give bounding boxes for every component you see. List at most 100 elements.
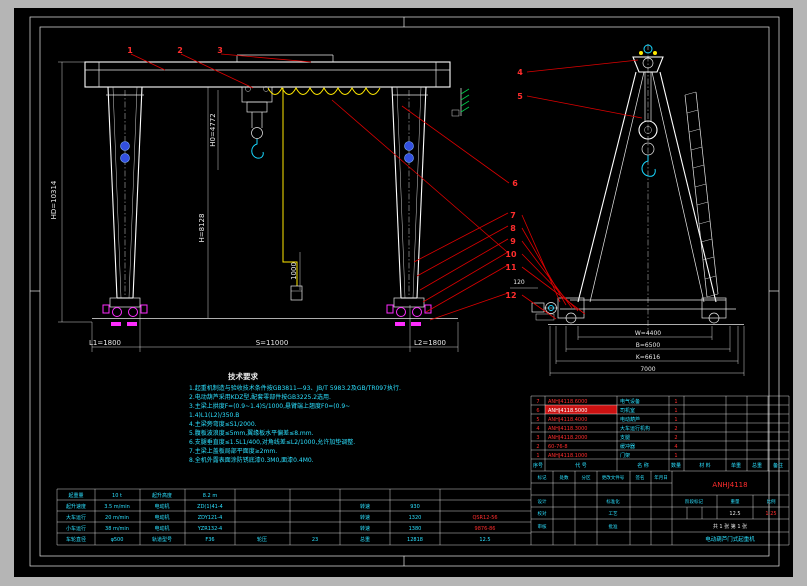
balloon-12: 12	[505, 291, 516, 300]
balloon-8: 8	[510, 224, 516, 233]
dim-overall: 7000	[640, 366, 655, 373]
notes-title: 技术要求	[228, 371, 258, 381]
bom-name: 大车运行机构	[620, 425, 650, 432]
spec-standard-code: 9876-86	[475, 526, 496, 532]
leg-joint-lower	[121, 154, 130, 163]
dim-offset: 120	[513, 279, 525, 286]
spec-cell: φ500	[111, 537, 124, 543]
rev-label: 分区	[582, 474, 591, 481]
bom-code: ANHJ4118.1000	[548, 453, 587, 459]
bom-qty: 2	[674, 435, 677, 441]
spec-cell: ZDY121-4	[198, 515, 223, 521]
spec-standard-code: QSR12-56	[472, 515, 497, 521]
scale-label: 比例	[767, 498, 776, 505]
leg-joint-upper	[121, 142, 130, 151]
spec-cell: 大车运行	[66, 514, 86, 521]
bom-qty: 4	[674, 444, 677, 450]
bom-code: ANHJ4118.3000	[548, 426, 587, 432]
note-line: 5.腹板波浪度≤5mm,翼缘板水平偏差≤8.mm.	[189, 429, 314, 437]
sign-label-process: 工艺	[609, 511, 618, 517]
bom-no: 5	[536, 417, 539, 423]
balloon-6: 6	[512, 179, 518, 188]
balloon-2: 2	[177, 46, 183, 55]
bom-code: ANHJ4118.2000	[548, 435, 587, 441]
cad-screenshot: HD=10314 H=8128 H0=4772 1000 L1=1800 S=1…	[0, 0, 807, 586]
spec-cell: 23	[312, 537, 318, 543]
spec-cell: 转速	[360, 514, 370, 521]
drawing-code: ANHJ4118	[712, 481, 747, 489]
bom-header: 总重	[752, 462, 762, 469]
balloon-11: 11	[505, 263, 517, 272]
bom-qty: 1	[674, 408, 677, 414]
spec-cell: 930	[410, 504, 420, 510]
bom-name: 电气设备	[620, 398, 640, 405]
bom-name: 门架	[620, 452, 630, 459]
spec-cell: 12818	[407, 537, 423, 543]
bom-header: 备注	[773, 462, 783, 469]
spec-cell: 总重	[360, 536, 370, 543]
spec-cell: 电动机	[154, 525, 169, 532]
bom-no: 7	[536, 399, 539, 405]
bom-code: 60-76-8	[548, 444, 568, 450]
bom-header: 数量	[671, 462, 681, 469]
bom-no: 1	[536, 453, 539, 459]
sheet-count: 共 1 张 第 1 张	[713, 523, 747, 530]
bom-qty: 1	[674, 453, 677, 459]
bom-code: ANHJ4118.5000	[548, 408, 587, 414]
weight-label: 重量	[731, 498, 740, 505]
bom-header: 单重	[731, 462, 741, 469]
weight-value: 12.5	[729, 511, 740, 517]
bom-no: 2	[536, 444, 539, 450]
spec-cell: 电动机	[154, 503, 169, 510]
scale-value: 1:25	[765, 511, 776, 517]
balloon-5: 5	[517, 92, 523, 101]
stage-label: 阶段标记	[685, 498, 703, 505]
spec-cell: 轮压	[257, 536, 267, 543]
note-line: 2.电动葫芦采用KDZ型,配套零部件按GB3225.2选用.	[189, 393, 331, 401]
dim-w: W=4400	[635, 330, 661, 337]
dim-l2: L2=1800	[414, 339, 446, 347]
dim-b: B=6500	[636, 342, 661, 349]
spec-cell: 3.5 m/min	[104, 504, 130, 510]
dim-span: S=11000	[256, 339, 289, 347]
sign-label-audit: 审核	[538, 523, 547, 530]
sheet-background	[14, 8, 793, 577]
sign-label-approve: 批准	[609, 523, 618, 530]
sign-label-standard: 标准化	[606, 498, 620, 505]
bom-name: 电动葫芦	[620, 416, 640, 423]
spec-cell: 38 m/min	[105, 526, 129, 532]
spec-cell: F36	[205, 537, 214, 543]
bom-name: 缓冲器	[620, 443, 635, 450]
spec-cell: 10 t	[112, 493, 122, 499]
dim-hook-length: 1000	[290, 262, 298, 280]
bom-header: 代 号	[575, 462, 587, 469]
spec-cell: 1380	[409, 526, 422, 532]
balloon-1: 1	[127, 46, 133, 55]
spec-cell: 转速	[360, 503, 370, 510]
rev-label: 年月日	[654, 474, 668, 481]
spec-cell: 车轮直径	[66, 536, 86, 543]
note-line: 3.主梁上拱度F=(0.9~1.4)S/1000,悬臂端上翘度F0=(0.9~	[189, 402, 350, 410]
note-line: 6.支腿垂直度≤1.5L1/400,对角线差≤L2/1000,允许加垫调整.	[189, 438, 355, 446]
bom-qty: 1	[674, 399, 677, 405]
bom-no: 3	[536, 435, 539, 441]
bom-name: 支腿	[620, 434, 630, 441]
bom-no: 4	[536, 426, 539, 432]
spec-cell: 12.5	[479, 537, 490, 543]
rev-label: 标记	[538, 474, 547, 481]
drawing-name: 电动葫芦门式起重机	[705, 535, 755, 543]
dim-hd: HD=10314	[50, 180, 58, 219]
balloon-9: 9	[510, 237, 516, 246]
dim-l1: L1=1800	[89, 339, 121, 347]
spec-cell: 1320	[409, 515, 422, 521]
spec-cell: YZR132-4	[197, 526, 222, 532]
spec-cell: 轨道型号	[152, 536, 172, 543]
rev-label: 更改文件号	[602, 474, 625, 481]
note-line: 7.主梁上盖板局部平面度≥2mm.	[189, 447, 277, 455]
balloon-4: 4	[517, 68, 523, 77]
spec-cell: 电动机	[154, 514, 169, 521]
dim-h: H=8128	[198, 214, 206, 243]
balloon-10: 10	[505, 250, 517, 259]
note-line: 8.全机外露表面涂防锈底漆0.3M0,面漆0.4M0.	[189, 456, 314, 464]
spec-cell: ZD(1)41-4	[197, 504, 223, 510]
